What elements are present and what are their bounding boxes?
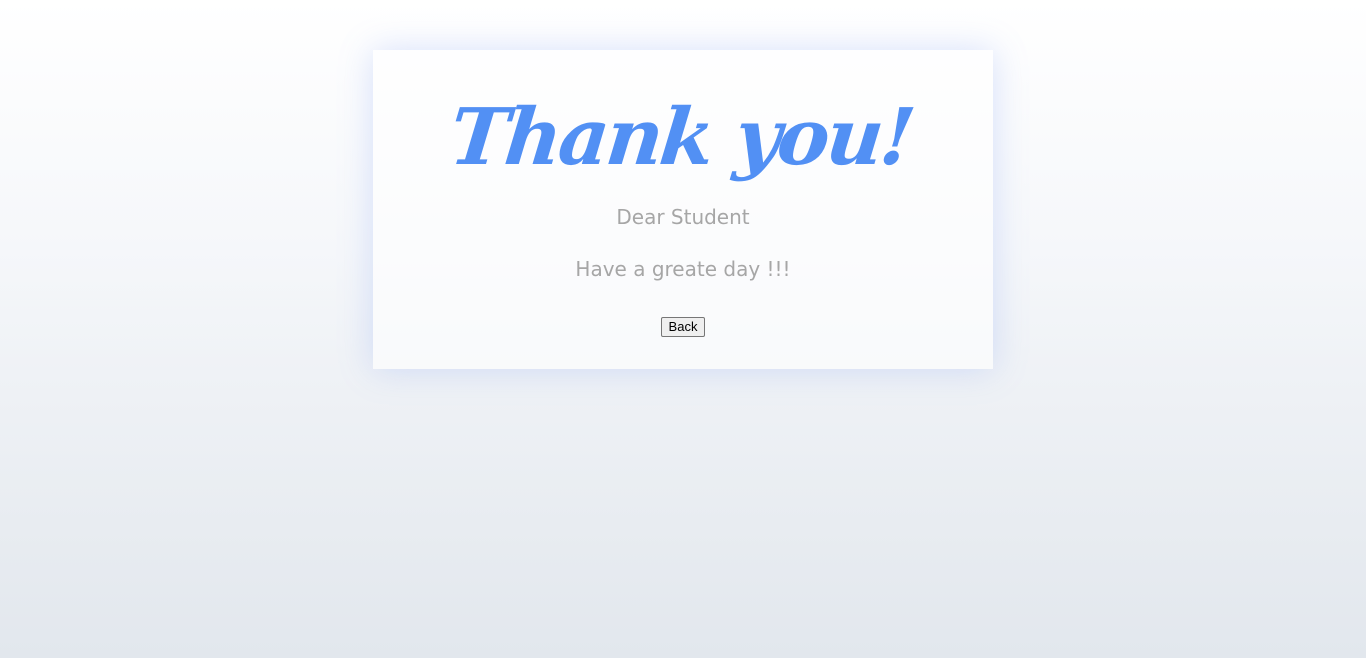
back-button[interactable]: Back bbox=[660, 317, 706, 337]
greeting-text: Dear Student bbox=[616, 205, 750, 229]
thank-you-card: Thank you! Dear Student Have a greate da… bbox=[373, 50, 993, 369]
message-text: Have a greate day !!! bbox=[575, 257, 791, 281]
page-title: Thank you! bbox=[445, 92, 917, 183]
